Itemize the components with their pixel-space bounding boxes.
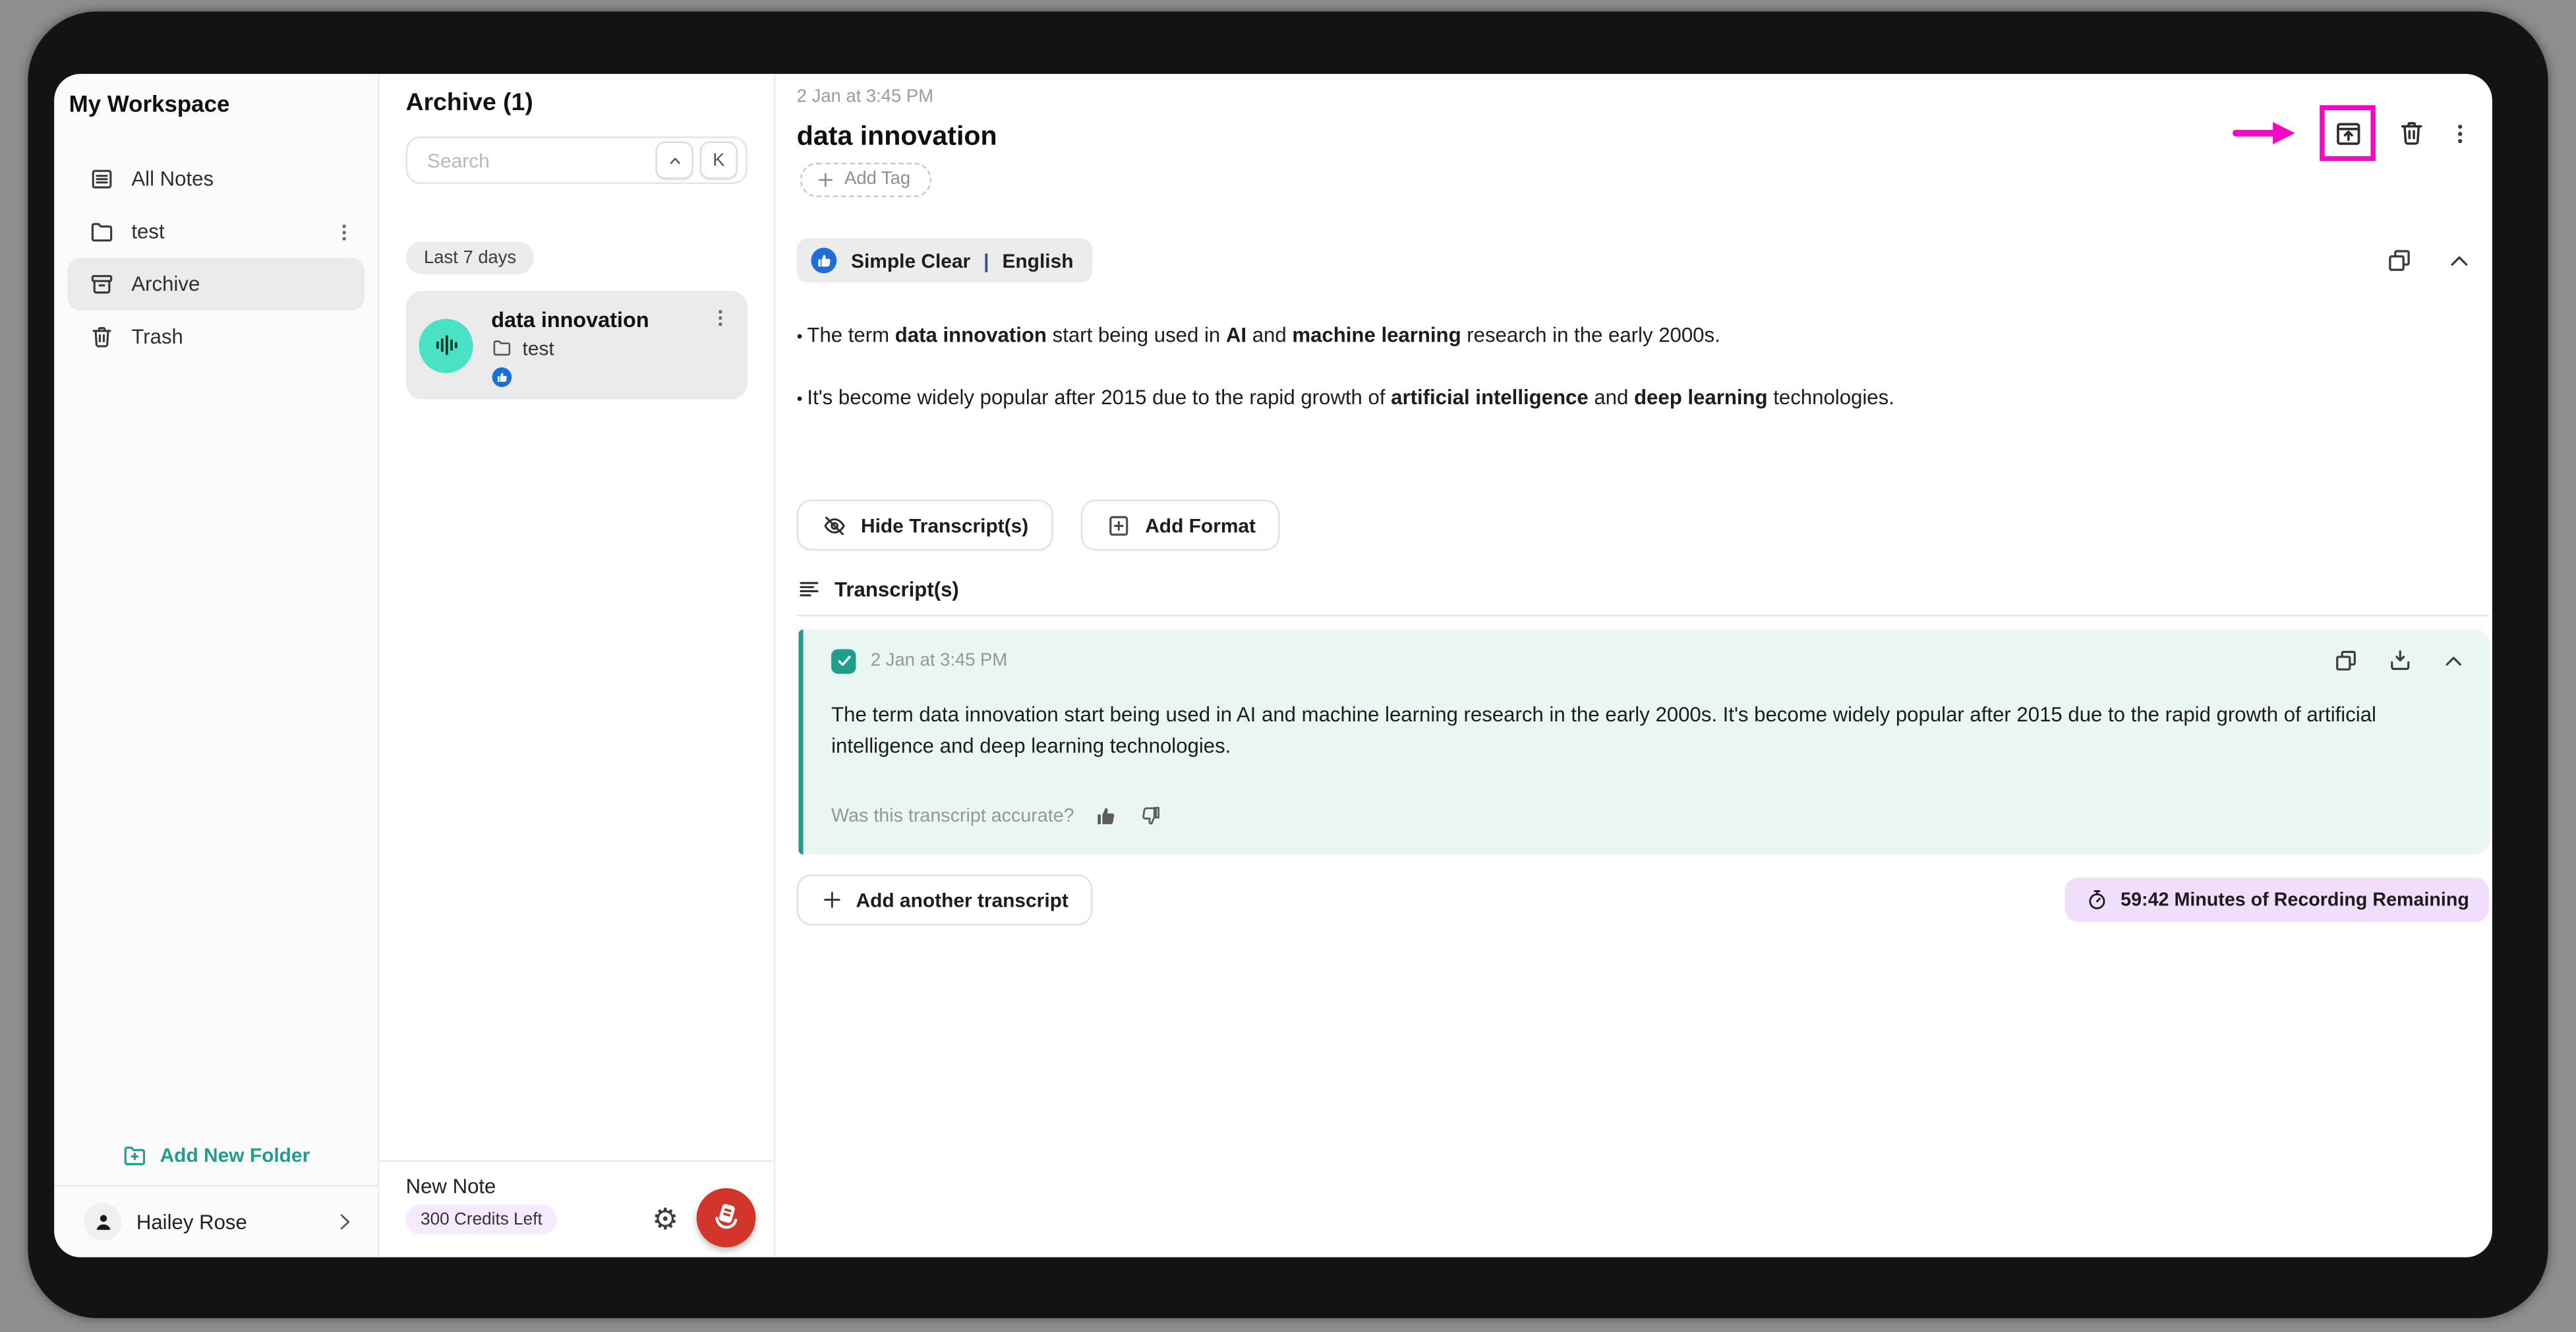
app-window: My Workspace All Notes test Archive Tras… bbox=[54, 74, 2492, 1257]
waveform-icon bbox=[435, 335, 457, 355]
thumbs-down-icon[interactable] bbox=[1138, 804, 1163, 828]
add-format-label: Add Format bbox=[1145, 513, 1256, 537]
add-tag-label: Add Tag bbox=[844, 169, 911, 189]
plus-icon bbox=[818, 172, 833, 187]
note-header-actions bbox=[2233, 105, 2473, 162]
recording-remaining-badge: 59:42 Minutes of Recording Remaining bbox=[2064, 877, 2489, 923]
eye-off-icon bbox=[824, 516, 845, 535]
sidebar-item-label: test bbox=[131, 220, 165, 243]
align-left-icon bbox=[800, 582, 819, 597]
date-group-label: Last 7 days bbox=[405, 241, 535, 275]
copy-transcript-icon[interactable] bbox=[2333, 648, 2359, 674]
note-timestamp: 2 Jan at 3:45 PM bbox=[796, 87, 934, 107]
search-input[interactable] bbox=[424, 147, 649, 173]
add-new-folder-button[interactable]: Add New Folder bbox=[54, 1142, 378, 1168]
workspace-sidebar: My Workspace All Notes test Archive Tras… bbox=[54, 74, 380, 1257]
note-folder-label: test bbox=[522, 336, 554, 359]
sidebar-item-label: All Notes bbox=[131, 167, 214, 191]
download-transcript-icon[interactable] bbox=[2387, 648, 2413, 674]
format-language: English bbox=[1002, 249, 1074, 272]
note-title: data innovation bbox=[491, 306, 649, 332]
sidebar-item-all-notes[interactable]: All Notes bbox=[67, 153, 365, 206]
note-more-options-icon[interactable] bbox=[2448, 121, 2473, 145]
sidebar-item-test-folder[interactable]: test bbox=[67, 206, 365, 258]
delete-note-icon[interactable] bbox=[2397, 118, 2426, 148]
chevron-up-icon bbox=[669, 157, 680, 164]
trash-icon bbox=[92, 327, 111, 348]
avatar bbox=[84, 1203, 122, 1241]
shortcut-modifier-keycap[interactable] bbox=[655, 141, 693, 179]
user-name: Hailey Rose bbox=[136, 1210, 247, 1234]
sidebar-nav: All Notes test Archive Trash bbox=[54, 153, 378, 363]
user-account-row[interactable]: Hailey Rose bbox=[54, 1186, 378, 1257]
unarchive-icon[interactable] bbox=[2332, 117, 2363, 148]
hide-transcripts-button[interactable]: Hide Transcript(s) bbox=[796, 499, 1053, 551]
collapse-summary-icon[interactable] bbox=[2446, 247, 2473, 274]
recording-remaining-label: 59:42 Minutes of Recording Remaining bbox=[2121, 890, 2469, 910]
screenshot-stage: My Workspace All Notes test Archive Tras… bbox=[0, 0, 2576, 1332]
record-logo-icon bbox=[715, 1203, 738, 1229]
transcript-card: 2 Jan at 3:45 PM The term data innovatio… bbox=[798, 629, 2491, 855]
credits-badge: 300 Credits Left bbox=[405, 1204, 558, 1234]
format-status-badge bbox=[491, 366, 649, 387]
collapse-transcript-icon[interactable] bbox=[2442, 648, 2466, 673]
panel-footer: New Note 300 Credits Left ⚙ bbox=[379, 1160, 774, 1257]
summary-bullet: The term data innovation start being use… bbox=[797, 324, 2426, 347]
folder-plus-icon bbox=[125, 1146, 146, 1165]
transcript-checkbox[interactable] bbox=[831, 648, 856, 673]
record-note-button[interactable] bbox=[696, 1188, 756, 1248]
search-bar: K bbox=[405, 136, 747, 185]
workspace-title: My Workspace bbox=[69, 90, 230, 117]
chevron-right-icon[interactable] bbox=[334, 1211, 355, 1232]
transcripts-heading-label: Transcript(s) bbox=[834, 578, 959, 601]
copy-summary-icon[interactable] bbox=[2386, 247, 2413, 274]
format-badge[interactable]: Simple Clear | English bbox=[796, 238, 1094, 283]
notes-list-panel: Archive (1) K Last 7 days data innovatio… bbox=[379, 74, 776, 1257]
sidebar-item-label: Archive bbox=[131, 272, 200, 296]
transcript-text: The term data innovation start being use… bbox=[831, 703, 2376, 758]
shortcut-letter-keycap[interactable]: K bbox=[699, 141, 738, 179]
archive-icon bbox=[91, 275, 113, 294]
folder-icon bbox=[91, 223, 113, 242]
folder-icon bbox=[493, 340, 511, 356]
transcript-timestamp: 2 Jan at 3:45 PM bbox=[870, 650, 1008, 671]
folder-kebab-icon[interactable] bbox=[334, 221, 355, 242]
sidebar-item-label: Trash bbox=[131, 325, 183, 349]
add-another-transcript-button[interactable]: Add another transcript bbox=[796, 874, 1094, 926]
transcript-feedback: Was this transcript accurate? bbox=[831, 804, 1163, 828]
feedback-question: Was this transcript accurate? bbox=[831, 806, 1074, 826]
sidebar-item-archive[interactable]: Archive bbox=[67, 258, 365, 311]
note-title-heading: data innovation bbox=[796, 121, 997, 152]
transcripts-divider bbox=[796, 615, 2489, 617]
annotation-arrow bbox=[2233, 122, 2295, 144]
note-list-item[interactable]: data innovation test bbox=[405, 291, 747, 400]
transcripts-heading: Transcript(s) bbox=[797, 577, 959, 601]
add-format-button[interactable]: Add Format bbox=[1081, 499, 1281, 551]
thumbs-up-icon[interactable] bbox=[1094, 804, 1119, 828]
check-icon bbox=[837, 655, 850, 666]
format-separator: | bbox=[983, 249, 989, 272]
transcript-actions-row: Hide Transcript(s) Add Format bbox=[796, 499, 1281, 551]
audio-note-avatar bbox=[419, 318, 473, 373]
note-editor: 2 Jan at 3:45 PM data innovation Add Tag… bbox=[775, 74, 2492, 1257]
person-icon bbox=[96, 1214, 110, 1229]
settings-gear-icon[interactable]: ⚙ bbox=[652, 1205, 678, 1236]
format-section-header: Simple Clear | English bbox=[796, 238, 2473, 283]
plus-icon bbox=[824, 892, 840, 908]
stopwatch-icon bbox=[2089, 890, 2105, 909]
notes-icon bbox=[92, 169, 112, 189]
add-tag-button[interactable]: Add Tag bbox=[800, 162, 932, 198]
thumbs-up-badge-icon bbox=[811, 247, 837, 274]
summary-bullet: It's become widely popular after 2015 du… bbox=[797, 386, 2426, 409]
hide-transcripts-label: Hide Transcript(s) bbox=[860, 513, 1029, 537]
note-kebab-icon[interactable] bbox=[710, 307, 731, 328]
panel-title: Archive (1) bbox=[405, 88, 533, 117]
add-another-transcript-label: Add another transcript bbox=[856, 888, 1068, 911]
annotation-highlight-box bbox=[2320, 105, 2376, 162]
add-new-folder-label: Add New Folder bbox=[160, 1143, 310, 1167]
format-name: Simple Clear bbox=[851, 249, 971, 272]
sidebar-item-trash[interactable]: Trash bbox=[67, 311, 365, 363]
transcript-footer-row: Add another transcript 59:42 Minutes of … bbox=[796, 874, 2489, 926]
plus-square-icon bbox=[1109, 515, 1128, 535]
